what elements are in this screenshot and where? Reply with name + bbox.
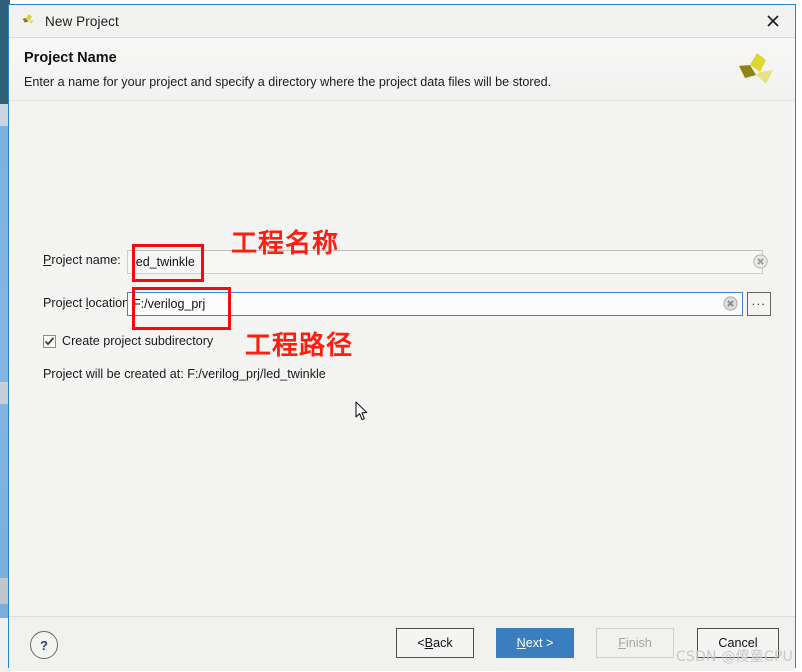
finish-button-post: inish	[625, 636, 652, 650]
project-location-label: Project location	[43, 296, 129, 310]
finish-button-accel: F	[618, 636, 626, 650]
page-description: Enter a name for your project and specif…	[24, 75, 552, 89]
finish-button: Finish	[596, 628, 674, 658]
back-button[interactable]: < Back	[396, 628, 474, 658]
page-title: Project Name	[24, 50, 117, 66]
annotation-text-project-path: 工程路径	[245, 331, 354, 361]
xilinx-vivado-logo-icon	[733, 48, 779, 94]
new-project-dialog: New Project Project Name Enter a name fo…	[8, 4, 796, 671]
dialog-body: Project name: led_twinkle Project locati…	[9, 101, 795, 616]
app-left-tab-2	[0, 382, 8, 404]
create-project-subdirectory-checkbox[interactable]: Create project subdirectory	[43, 334, 213, 348]
browse-directory-button[interactable]: ...	[747, 292, 771, 316]
clear-circle-x-icon-location[interactable]	[723, 296, 738, 311]
annotation-box-project-location	[132, 287, 231, 330]
app-left-tab-1	[0, 104, 8, 126]
next-button-post: ext >	[525, 636, 554, 650]
dialog-titlebar[interactable]: New Project	[9, 5, 795, 38]
next-button-accel: N	[516, 636, 526, 650]
back-button-pre: <	[417, 636, 425, 650]
project-created-at-text: Project will be created at: F:/verilog_p…	[43, 367, 326, 381]
next-button[interactable]: Next >	[496, 628, 574, 658]
back-button-accel: B	[424, 636, 434, 650]
app-left-tab-3	[0, 578, 8, 604]
clear-circle-x-icon[interactable]	[753, 254, 768, 269]
annotation-text-project-name: 工程名称	[231, 229, 340, 259]
dialog-header: Project Name Enter a name for your proje…	[9, 38, 795, 101]
project-name-label-rest: oject name:	[55, 253, 121, 267]
dialog-title: New Project	[45, 13, 119, 29]
cancel-button[interactable]: Cancel	[697, 628, 779, 658]
project-name-label: Project name:	[43, 253, 121, 267]
close-icon[interactable]	[751, 5, 795, 36]
project-location-label-post: ocation	[88, 296, 130, 310]
mouse-cursor-icon	[355, 401, 369, 422]
project-location-label-pre: Project	[43, 296, 86, 310]
dialog-footer: ? < Back Next > Finish Cancel	[9, 616, 795, 671]
project-name-input[interactable]: led_twinkle	[127, 250, 763, 274]
annotation-box-project-name	[132, 244, 204, 282]
checkmark-icon	[43, 334, 56, 348]
checkbox-label: Create project subdirectory	[62, 334, 214, 348]
help-button[interactable]: ?	[30, 631, 58, 659]
vivado-logo-icon	[19, 11, 39, 31]
back-button-post: ack	[433, 636, 453, 650]
